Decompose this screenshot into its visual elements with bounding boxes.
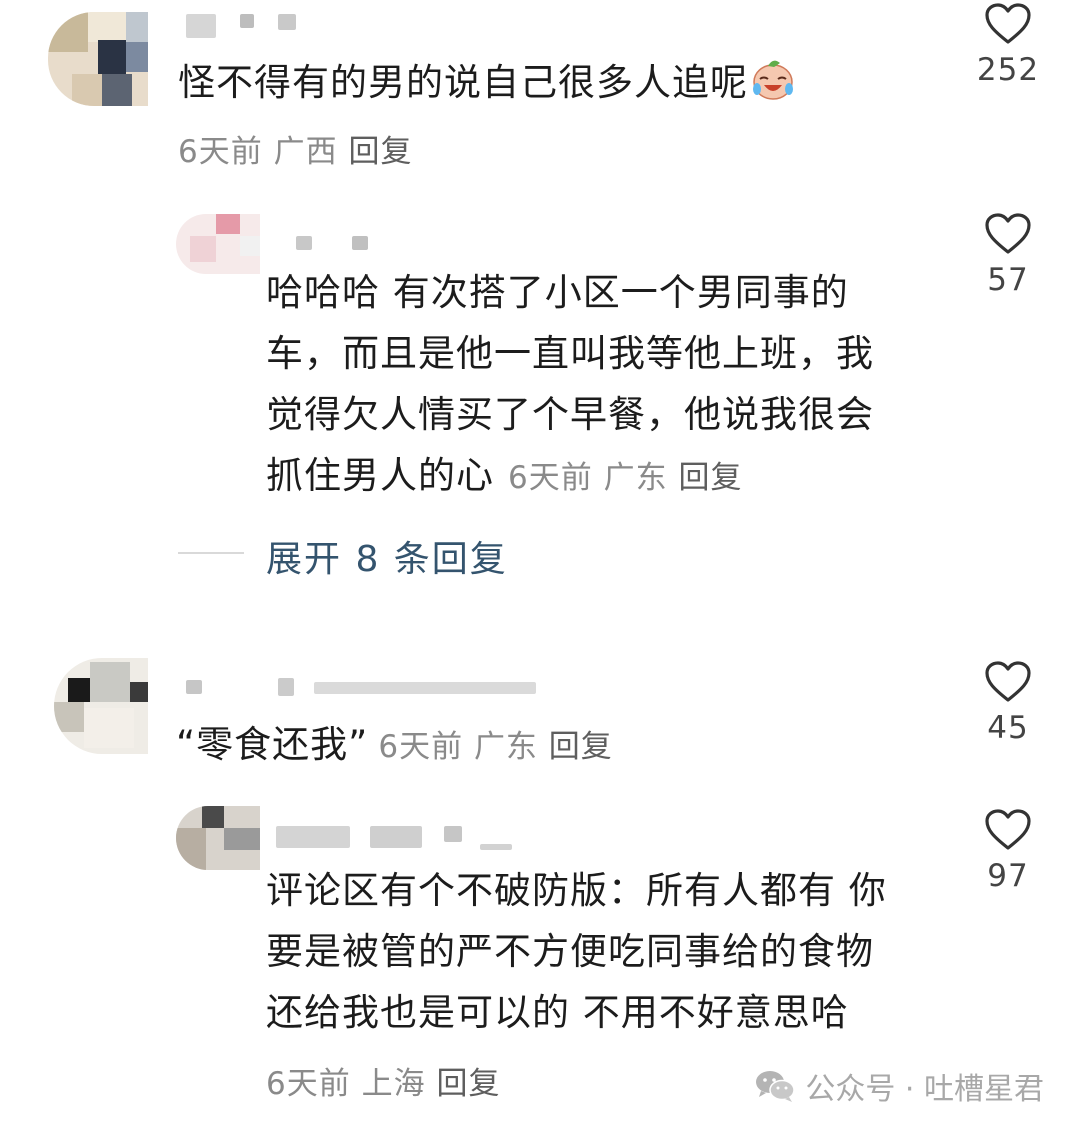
avatar[interactable]	[48, 12, 148, 106]
heart-icon[interactable]	[984, 808, 1032, 852]
comment-text-line: 评论区有个不破防版：所有人都有 你	[266, 869, 887, 912]
username-blurred	[278, 14, 296, 30]
avatar[interactable]	[54, 658, 148, 754]
comment-text-line: 车，而且是他一直叫我等他上班，我	[266, 332, 874, 375]
comment-text-line: 觉得欠人情买了个早餐，他说我很会	[266, 393, 874, 436]
divider	[178, 552, 244, 554]
like-count: 97	[987, 858, 1029, 894]
like-button[interactable]: 57	[972, 212, 1044, 298]
watermark-text: 公众号 · 吐槽星君	[805, 1072, 1044, 1107]
crying-laughing-face-icon	[750, 57, 796, 119]
like-count: 57	[987, 262, 1029, 298]
comment-text: 怪不得有的男的说自己很多人追呢	[178, 52, 796, 119]
heart-icon[interactable]	[984, 2, 1032, 46]
heart-icon[interactable]	[984, 660, 1032, 704]
comment-text-content: 怪不得有的男的说自己很多人追呢	[178, 61, 748, 104]
reply-button[interactable]: 回复	[348, 134, 412, 170]
reply-button[interactable]: 回复	[678, 460, 742, 496]
watermark: 公众号 · 吐槽星君	[755, 1064, 1044, 1108]
username-blurred	[480, 844, 512, 850]
comment-text-line: 哈哈哈 有次搭了小区一个男同事的	[266, 271, 849, 314]
comment-text-line: 抓住男人的心	[266, 454, 494, 497]
avatar[interactable]	[176, 214, 260, 274]
comment-time: 6天前	[378, 729, 464, 765]
comment-text: 哈哈哈 有次搭了小区一个男同事的 车，而且是他一直叫我等他上班，我 觉得欠人情买…	[266, 262, 874, 509]
avatar[interactable]	[176, 806, 260, 870]
username-blurred	[240, 14, 254, 28]
comment-text-line: 还给我也是可以的 不用不好意思哈	[266, 991, 849, 1034]
heart-icon[interactable]	[984, 212, 1032, 256]
username-blurred	[370, 826, 422, 848]
comment-location: 广东	[603, 460, 668, 496]
reply-button[interactable]: 回复	[549, 729, 613, 765]
comment-text-line: 要是被管的严不方便吃同事给的食物	[266, 930, 874, 973]
comment-location: 广西	[273, 134, 338, 170]
like-button[interactable]: 45	[972, 660, 1044, 746]
username-blurred	[278, 678, 294, 696]
comment-time: 6天前	[178, 134, 263, 170]
comment-location: 上海	[361, 1066, 426, 1102]
username-blurred[interactable]	[186, 680, 202, 694]
comment-meta: 6天前 广东 回复	[378, 729, 612, 765]
wechat-icon	[756, 1071, 796, 1102]
comment-meta: 6天前 上海 回复	[266, 1058, 500, 1103]
comment-time: 6天前	[508, 460, 593, 496]
like-button[interactable]: 252	[972, 2, 1044, 88]
reply-button[interactable]: 回复	[436, 1066, 500, 1102]
username-blurred	[314, 682, 536, 694]
username-blurred[interactable]	[276, 826, 350, 848]
like-count: 45	[987, 710, 1029, 746]
username-blurred[interactable]	[296, 236, 312, 250]
like-count: 252	[976, 52, 1040, 88]
comment-text: “零食还我” 6天前 广东 回复	[176, 714, 613, 778]
comment-text: 评论区有个不破防版：所有人都有 你 要是被管的严不方便吃同事给的食物 还给我也是…	[266, 860, 887, 1043]
comment-time: 6天前	[266, 1066, 351, 1102]
expand-replies-button[interactable]: 展开 8 条回复	[266, 530, 508, 582]
comment-meta: 6天前 广东 回复	[508, 460, 742, 496]
comment-meta: 6天前 广西 回复	[178, 126, 412, 171]
comment-text-content: “零食还我”	[176, 723, 369, 766]
username-blurred	[444, 826, 462, 842]
username-blurred	[352, 236, 368, 250]
username-blurred[interactable]	[186, 14, 216, 38]
like-button[interactable]: 97	[972, 808, 1044, 894]
comment-location: 广东	[473, 729, 538, 765]
